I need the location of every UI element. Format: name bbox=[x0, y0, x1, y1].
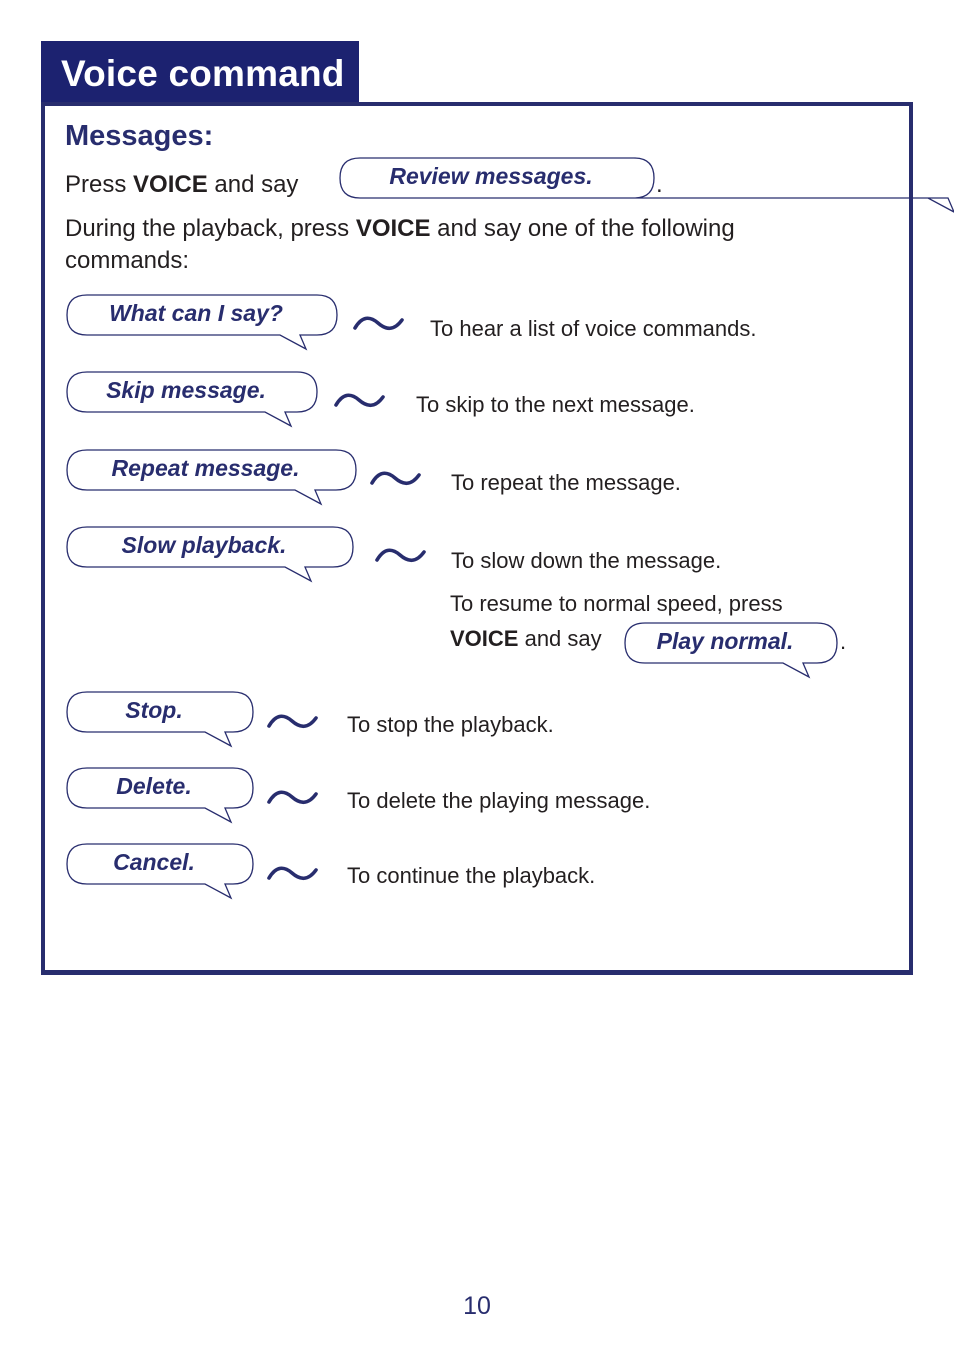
command-description: To skip to the next message. bbox=[416, 392, 695, 417]
during-before: During the playback, press bbox=[65, 215, 356, 242]
command-description: To stop the playback. bbox=[347, 712, 554, 737]
voice-command-label: Stop. bbox=[125, 697, 183, 723]
command-description: To hear a list of voice commands. bbox=[430, 316, 757, 341]
page-title: Voice command bbox=[61, 53, 345, 94]
voice-command-label: Slow playback. bbox=[121, 532, 287, 558]
voice-command-bubble[interactable]: Stop. bbox=[66, 691, 254, 748]
wave-tilde-icon bbox=[267, 790, 318, 805]
voice-command-bubble[interactable]: Repeat message. bbox=[66, 449, 357, 506]
intro-before: Press bbox=[65, 171, 134, 198]
wave-tilde-icon bbox=[375, 548, 426, 563]
wave-tilde-icon bbox=[267, 866, 318, 881]
voice-command-bubble[interactable]: Delete. bbox=[66, 767, 254, 824]
voice-command-label: Play normal. bbox=[656, 628, 794, 654]
voice-command-label: Repeat message. bbox=[111, 455, 300, 481]
voice-key: VOICE bbox=[133, 171, 208, 198]
page-number: 10 bbox=[463, 1292, 491, 1320]
resume-note-line2: VOICE and say bbox=[450, 625, 602, 653]
voice-command-label: Review messages. bbox=[389, 163, 593, 189]
resume-end: . bbox=[840, 629, 847, 654]
wave-tilde-icon bbox=[353, 316, 404, 331]
voice-command-bubble[interactable]: Skip message. bbox=[66, 371, 318, 428]
wave-tilde-icon bbox=[267, 714, 318, 729]
section-title: Messages: bbox=[65, 120, 214, 152]
voice-command-bubble[interactable]: Slow playback. bbox=[66, 526, 354, 583]
command-description: To delete the playing message. bbox=[347, 788, 651, 813]
voice-command-label: What can I say? bbox=[109, 300, 283, 326]
voice-command-bubble[interactable]: Review messages. bbox=[339, 157, 954, 213]
intro-text: Press VOICE and say bbox=[65, 169, 298, 201]
command-description: To slow down the message. bbox=[451, 548, 722, 573]
voice-key: VOICE bbox=[450, 626, 519, 651]
wave-tilde-icon bbox=[370, 471, 421, 486]
voice-command-label: Delete. bbox=[116, 773, 192, 799]
command-description: To continue the playback. bbox=[347, 863, 596, 888]
section-header-tab: Voice command bbox=[41, 41, 359, 105]
voice-command-label: Skip message. bbox=[106, 377, 266, 403]
wave-tilde-icon bbox=[334, 393, 385, 408]
during-text: During the playback, press VOICE and say… bbox=[65, 213, 865, 277]
intro-after: and say bbox=[207, 171, 299, 198]
voice-command-bubble[interactable]: Cancel. bbox=[66, 843, 254, 900]
resume-note-line1: To resume to normal speed, press bbox=[450, 591, 783, 616]
voice-command-bubble[interactable]: What can I say? bbox=[66, 294, 338, 351]
voice-key: VOICE bbox=[355, 215, 431, 242]
voice-command-label: Cancel. bbox=[113, 849, 195, 875]
resume-after: and say bbox=[518, 626, 602, 651]
command-description: To repeat the message. bbox=[451, 470, 681, 495]
voice-command-bubble[interactable]: Play normal. bbox=[624, 622, 838, 679]
